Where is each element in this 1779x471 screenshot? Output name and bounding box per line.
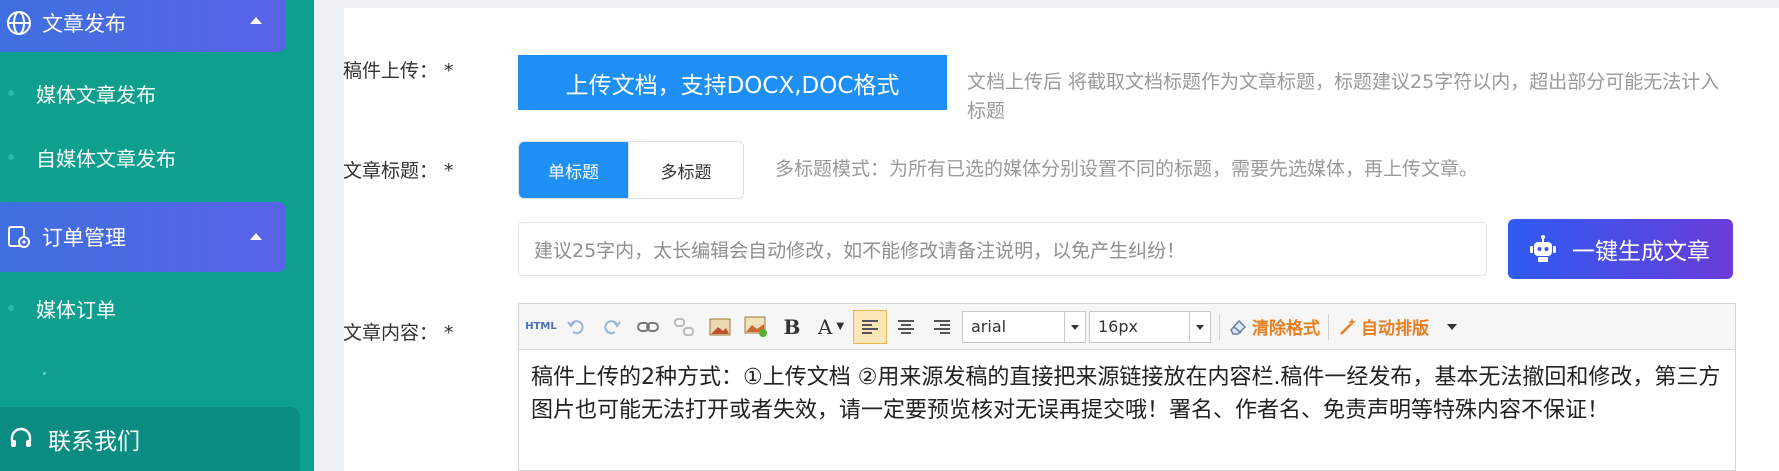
generate-label: 一键生成文章 [1572, 239, 1710, 265]
sidebar-item-self-media-article[interactable]: 自媒体文章发布 [0, 137, 286, 177]
rich-text-editor: HTML B A ▼ arial 16px 清除格式 自动排版 稿件上传的2种方… [518, 303, 1736, 471]
editor-toolbar: HTML B A ▼ arial 16px 清除格式 自动排版 [519, 304, 1735, 350]
sidebar-item-label: 媒体订单 [36, 297, 116, 322]
title-mode-toggle: 单标题 多标题 [518, 141, 744, 199]
upload-document-button[interactable]: 上传文档，支持DOCX,DOC格式 [518, 55, 947, 110]
html-source-button[interactable]: HTML [525, 310, 557, 344]
article-title-input[interactable]: 建议25字内，太长编辑会自动修改，如不能修改请备注说明，以免产生纠纷！ [518, 222, 1487, 276]
sidebar-item-label: 媒体文章发布 [36, 82, 156, 107]
content-label: 文章内容： * [343, 322, 454, 344]
contact-us-button[interactable]: 联系我们 [0, 407, 300, 471]
align-center-icon[interactable] [889, 310, 923, 344]
tab-single-title[interactable]: 单标题 [519, 142, 628, 198]
menu-article-publish[interactable]: 文章发布 [0, 0, 286, 52]
font-family-select[interactable]: arial [962, 310, 1086, 343]
menu-title: 文章发布 [42, 12, 126, 36]
image-icon[interactable] [703, 310, 737, 344]
sidebar-item-label: 自媒体文章发布 [36, 146, 176, 171]
generate-article-button[interactable]: 一键生成文章 [1508, 219, 1733, 279]
eraser-icon [1228, 318, 1248, 336]
sidebar-item-media-article[interactable]: 媒体文章发布 [0, 73, 286, 113]
font-color-button[interactable]: A ▼ [811, 310, 851, 344]
tab-multi-title[interactable]: 多标题 [628, 142, 743, 198]
font-size-select[interactable]: 16px [1089, 310, 1211, 343]
menu-order-management[interactable]: 订单管理 [0, 202, 286, 272]
toolbar-divider [1328, 313, 1329, 340]
chevron-down-icon[interactable] [1447, 323, 1457, 330]
chevron-down-icon [1196, 324, 1204, 330]
sidebar-item-media-orders[interactable]: 媒体订单 [0, 288, 286, 328]
sidebar: 文章发布 媒体文章发布 自媒体文章发布 订单管理 媒体订单 联系我们 [0, 0, 314, 471]
robot-icon [1526, 232, 1560, 266]
contact-label: 联系我们 [48, 429, 140, 455]
upload-hint: 文档上传后 将截取文档标题作为文章标题，标题建议25字符以内，超出部分可能无法计… [967, 71, 1720, 122]
bullet-icon [43, 372, 46, 375]
align-left-icon[interactable] [853, 309, 887, 344]
title-label: 文章标题： * [343, 160, 454, 182]
collapse-caret-icon [250, 233, 262, 240]
order-settings-icon [4, 222, 34, 252]
multi-title-hint: 多标题模式：为所有已选的媒体分别设置不同的标题，需要先选媒体，再上传文章。 [775, 158, 1479, 180]
headset-icon [8, 426, 34, 452]
menu-title: 订单管理 [42, 226, 126, 250]
bold-button[interactable]: B [775, 310, 809, 344]
title-input-placeholder: 建议25字内，太长编辑会自动修改，如不能修改请备注说明，以免产生纠纷！ [534, 239, 1186, 262]
globe-icon [4, 8, 34, 38]
toolbar-divider [1219, 313, 1220, 340]
clear-format-button[interactable]: 清除格式 [1228, 314, 1320, 339]
bullet-icon [8, 305, 14, 311]
redo-icon[interactable] [595, 310, 629, 344]
align-right-icon[interactable] [925, 310, 959, 344]
unlink-icon[interactable] [667, 310, 701, 344]
undo-icon[interactable] [559, 310, 593, 344]
link-icon[interactable] [631, 310, 665, 344]
upload-label: 稿件上传： * [343, 60, 454, 82]
bullet-icon [8, 154, 14, 160]
auto-layout-button[interactable]: 自动排版 [1337, 314, 1429, 339]
bullet-icon [8, 90, 14, 96]
multi-image-icon[interactable] [739, 310, 773, 344]
magic-wand-icon [1337, 317, 1357, 337]
editor-content[interactable]: 稿件上传的2种方式：①上传文档 ②用来源发稿的直接把来源链接放在内容栏.稿件一经… [531, 361, 1721, 427]
collapse-caret-icon [250, 17, 262, 24]
chevron-down-icon [1071, 324, 1079, 330]
